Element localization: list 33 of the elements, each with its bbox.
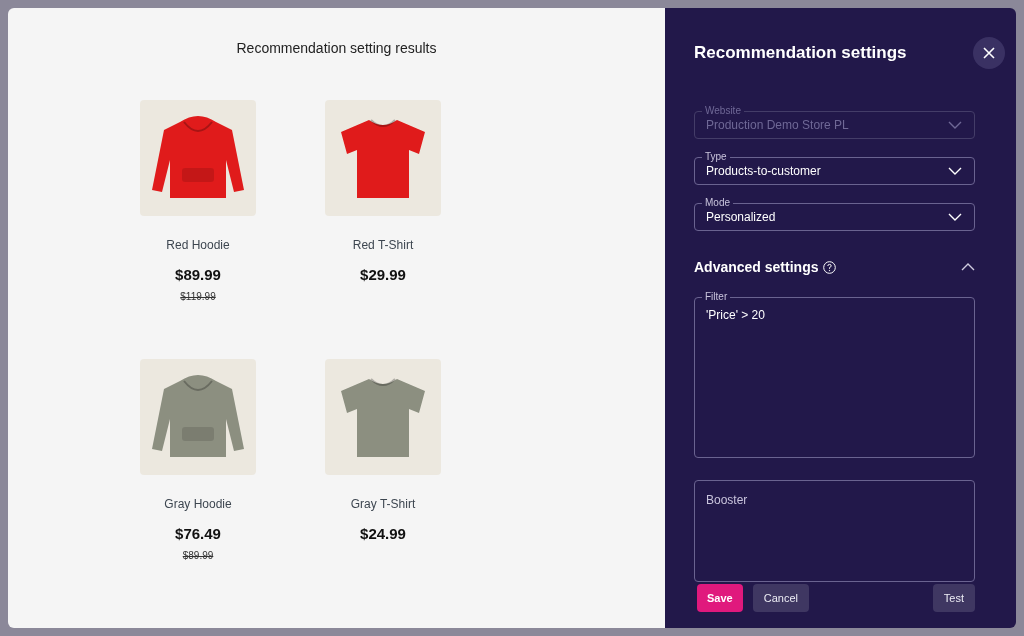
section-title: Advanced settings <box>694 259 819 275</box>
product-price: $89.99 <box>175 266 221 283</box>
field-value: Products-to-customer <box>706 164 822 178</box>
chevron-down-icon <box>948 121 962 129</box>
product-name: Gray T-Shirt <box>350 497 416 511</box>
chevron-down-icon <box>948 167 962 175</box>
booster-textarea[interactable]: Booster <box>694 480 975 582</box>
settings-title: Recommendation settings <box>694 43 907 63</box>
product-name: Red T-Shirt <box>352 238 414 252</box>
field-label: Type <box>702 151 730 163</box>
field-value: 'Price' > 20 <box>706 308 765 322</box>
field-value: Production Demo Store PL <box>706 118 850 132</box>
chevron-up-icon <box>961 263 975 271</box>
close-icon <box>983 47 995 59</box>
field-value: Personalized <box>706 210 777 224</box>
old-price: $119.99 <box>180 291 216 302</box>
action-button[interactable]: Test <box>932 584 975 612</box>
help-icon[interactable] <box>823 260 837 274</box>
old-price: $89.99 <box>182 550 214 561</box>
results-title: Recommendation setting results <box>236 40 437 56</box>
product-name: Gray Hoodie <box>164 497 232 511</box>
product-name: Red Hoodie <box>166 238 230 252</box>
product-price: $24.99 <box>360 525 406 542</box>
field-label: Website <box>702 105 744 117</box>
save-button[interactable]: Save <box>697 584 743 612</box>
product-price: $76.49 <box>175 525 221 542</box>
field-placeholder: Booster <box>706 493 748 507</box>
close-button[interactable] <box>973 37 1005 69</box>
product-price: $29.99 <box>360 266 406 283</box>
field-label: Mode <box>702 197 733 209</box>
action-button[interactable]: Cancel <box>752 584 809 612</box>
chevron-down-icon <box>948 213 962 221</box>
field-label: Filter <box>702 291 731 303</box>
